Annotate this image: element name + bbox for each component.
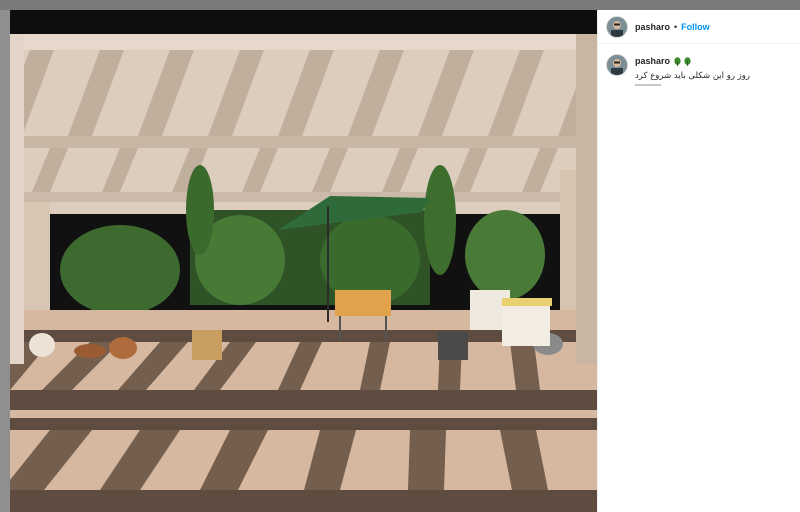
follow-button[interactable]: Follow (681, 22, 710, 32)
avatar[interactable] (606, 15, 628, 38)
caption-user-row: pasharo (635, 54, 792, 68)
header-username[interactable]: pasharo (635, 22, 670, 32)
leaf-icon (684, 56, 691, 66)
caption-text: روز رو این شکلی باید شروع کرد (635, 71, 750, 81)
caption-truncated-line (635, 83, 663, 87)
backdrop-left (0, 10, 10, 512)
backdrop-top (0, 0, 800, 10)
separator-dot: • (674, 21, 678, 32)
caption-comment: pasharo روز رو این شکلی باید شروع کرد (598, 44, 800, 87)
caption-username[interactable]: pasharo (635, 56, 670, 66)
caption-body: pasharo روز رو این شکلی باید شروع کرد (635, 54, 792, 87)
post-image[interactable] (10, 10, 597, 512)
caption-avatar[interactable] (606, 54, 628, 76)
leaf-icon (674, 56, 681, 66)
post-side-panel: pasharo • Follow pasharo روز رو این شکلی… (597, 10, 800, 512)
post-header: pasharo • Follow (598, 10, 800, 44)
